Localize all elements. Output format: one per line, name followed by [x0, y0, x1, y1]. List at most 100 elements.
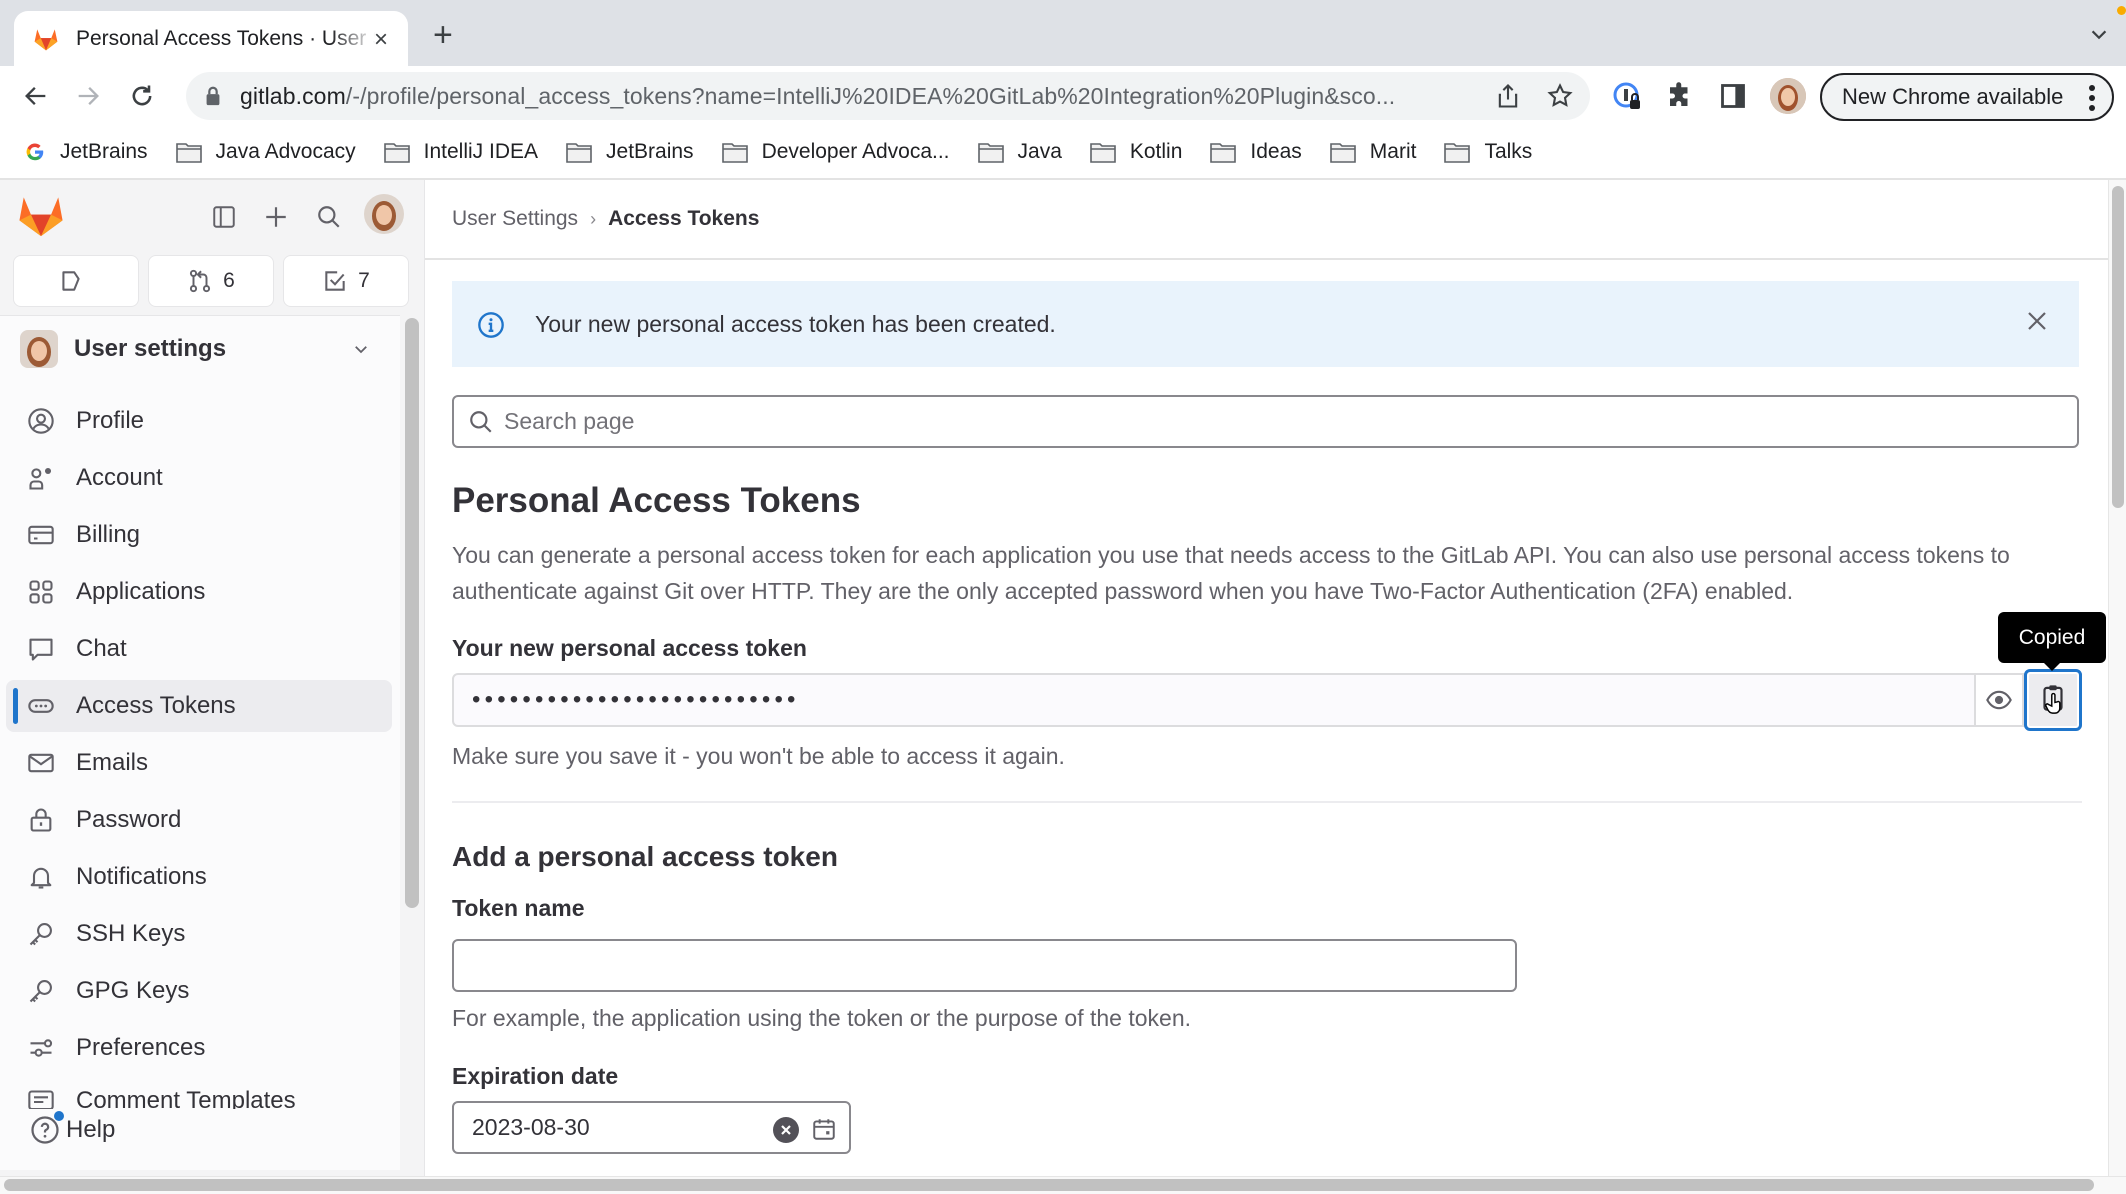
clear-date-icon[interactable]: [773, 1117, 799, 1143]
sidebar-item-label: Preferences: [76, 1034, 206, 1061]
sidebar-item-chat[interactable]: Chat: [6, 623, 392, 675]
context-switcher[interactable]: User settings: [0, 316, 400, 382]
alert-message: Your new personal access token has been …: [535, 310, 1056, 337]
chrome-menu-kebab-icon[interactable]: [2086, 83, 2098, 113]
sidebar-item-account[interactable]: Account: [6, 452, 392, 504]
reload-icon[interactable]: [126, 80, 158, 112]
profile-icon: [26, 406, 56, 436]
clipboard-icon: [2038, 683, 2068, 717]
sidebar-item-label: Account: [76, 464, 163, 491]
settings-nav-panel: User settings Profile Account Billing Ap…: [0, 315, 400, 1170]
profile-avatar[interactable]: [1770, 78, 1806, 114]
dismiss-alert-close-icon[interactable]: [2025, 309, 2049, 333]
search-icon[interactable]: [312, 200, 346, 234]
eye-icon: [1985, 686, 2013, 714]
copy-token-button[interactable]: [2024, 669, 2082, 731]
help-button[interactable]: Help: [30, 1111, 115, 1145]
share-icon[interactable]: [1494, 82, 1522, 110]
update-button-label: New Chrome available: [1842, 84, 2064, 109]
bookmark-folder[interactable]: JetBrains: [566, 140, 694, 164]
breadcrumb-user-settings[interactable]: User Settings: [452, 207, 578, 231]
bookmark-label: Java: [1017, 140, 1062, 163]
merge-requests-counter-button[interactable]: 6: [148, 255, 274, 307]
folder-icon: [566, 141, 606, 163]
account-icon: [26, 463, 56, 493]
context-title: User settings: [74, 335, 227, 362]
help-notification-dot: [54, 1111, 64, 1121]
bookmark-folder[interactable]: Talks: [1444, 140, 1532, 164]
lock-icon: [202, 85, 224, 107]
page-title: Personal Access Tokens: [452, 481, 861, 520]
sidebar-item-label: SSH Keys: [76, 920, 186, 947]
token-name-input[interactable]: [452, 939, 1517, 992]
copied-tooltip: Copied: [1998, 612, 2106, 671]
sidebar-item-billing[interactable]: Billing: [6, 509, 392, 561]
issues-icon: [58, 268, 94, 294]
url-path: /-/profile/personal_access_tokens?name=I…: [345, 82, 1396, 109]
bookmark-folder[interactable]: Java Advocacy: [175, 140, 356, 164]
tab-search-chevron-icon[interactable]: [2088, 24, 2110, 46]
folder-icon: [977, 141, 1018, 163]
search-page-input[interactable]: [504, 408, 2004, 435]
user-avatar[interactable]: [364, 194, 404, 234]
collapse-sidebar-icon[interactable]: [207, 200, 241, 234]
folder-icon: [175, 141, 216, 163]
todos-counter-button[interactable]: 7: [283, 255, 409, 307]
sidebar-item-applications[interactable]: Applications: [6, 566, 392, 618]
url-text: gitlab.com/-/profile/personal_access_tok…: [240, 83, 1395, 110]
sidebar-scrollbar[interactable]: [405, 318, 419, 908]
lock-icon: [26, 805, 56, 835]
forward-arrow-icon[interactable]: [72, 80, 104, 112]
bookmark-star-icon[interactable]: [1546, 82, 1574, 110]
expiration-date-input[interactable]: 2023-08-30: [452, 1101, 851, 1154]
token-name-help: For example, the application using the t…: [452, 1005, 1192, 1031]
back-arrow-icon[interactable]: [20, 80, 52, 112]
breadcrumb-access-tokens[interactable]: Access Tokens: [608, 207, 759, 231]
bookmark-folder[interactable]: Marit: [1329, 140, 1416, 164]
calendar-icon[interactable]: [811, 1116, 837, 1142]
chat-icon: [26, 634, 56, 664]
sidebar-item-profile[interactable]: Profile: [6, 395, 392, 447]
sidebar-item-preferences[interactable]: Preferences: [6, 1022, 392, 1074]
gitlab-favicon-icon: [32, 25, 60, 53]
page-description: You can generate a personal access token…: [452, 542, 2010, 604]
browser-tab[interactable]: Personal Access Tokens · User Settings ·…: [14, 11, 408, 66]
token-name-label: Token name: [452, 895, 585, 921]
bookmark-folder[interactable]: IntelliJ IDEA: [383, 140, 538, 164]
gitlab-sidebar: 6 7 User settings Profile Account Billin…: [0, 180, 425, 1180]
sidebar-item-emails[interactable]: Emails: [6, 737, 392, 789]
sidebar-item-access-tokens[interactable]: Access Tokens: [6, 680, 392, 732]
expiration-date-value: 2023-08-30: [472, 1114, 590, 1140]
sidebar-item-ssh-keys[interactable]: SSH Keys: [6, 908, 392, 960]
issues-counter-button[interactable]: [13, 255, 139, 307]
bookmark-folder[interactable]: Ideas: [1210, 140, 1302, 164]
page-horizontal-scrollbar[interactable]: [4, 1179, 2094, 1191]
side-panel-icon[interactable]: [1717, 80, 1749, 112]
bookmark-item[interactable]: JetBrains: [24, 140, 148, 164]
sidebar-item-label: Comment Templates: [76, 1087, 296, 1109]
sidebar-item-comment-templates[interactable]: Comment Templates: [6, 1079, 392, 1109]
extensions-puzzle-icon[interactable]: [1664, 80, 1696, 112]
bookmark-folder[interactable]: Developer Advoca...: [721, 140, 950, 164]
sidebar-item-password[interactable]: Password: [6, 794, 392, 846]
password-manager-extension-icon[interactable]: [1612, 80, 1644, 112]
masked-token-value: ••••••••••••••••••••••••••: [472, 686, 800, 713]
bookmark-label: Developer Advoca...: [761, 140, 950, 163]
new-chrome-available-button[interactable]: New Chrome available: [1820, 73, 2114, 121]
new-token-field[interactable]: ••••••••••••••••••••••••••: [452, 673, 2082, 727]
comment-icon: [26, 1087, 56, 1109]
tab-close-icon[interactable]: ×: [374, 26, 388, 54]
address-bar[interactable]: gitlab.com/-/profile/personal_access_tok…: [186, 72, 1590, 120]
page-vertical-scrollbar[interactable]: [2112, 186, 2124, 508]
sidebar-item-label: Notifications: [76, 863, 207, 890]
gitlab-logo-icon[interactable]: [18, 194, 64, 238]
bookmark-folder[interactable]: Kotlin: [1090, 140, 1182, 164]
sidebar-item-notifications[interactable]: Notifications: [6, 851, 392, 903]
new-tab-button[interactable]: +: [433, 18, 453, 52]
sidebar-item-gpg-keys[interactable]: GPG Keys: [6, 965, 392, 1017]
search-page-field[interactable]: [452, 395, 2079, 448]
create-new-plus-icon[interactable]: [259, 200, 293, 234]
bookmark-folder[interactable]: Java: [977, 140, 1062, 164]
sidebar-item-label: Applications: [76, 578, 206, 605]
reveal-token-button[interactable]: [1974, 673, 2024, 727]
